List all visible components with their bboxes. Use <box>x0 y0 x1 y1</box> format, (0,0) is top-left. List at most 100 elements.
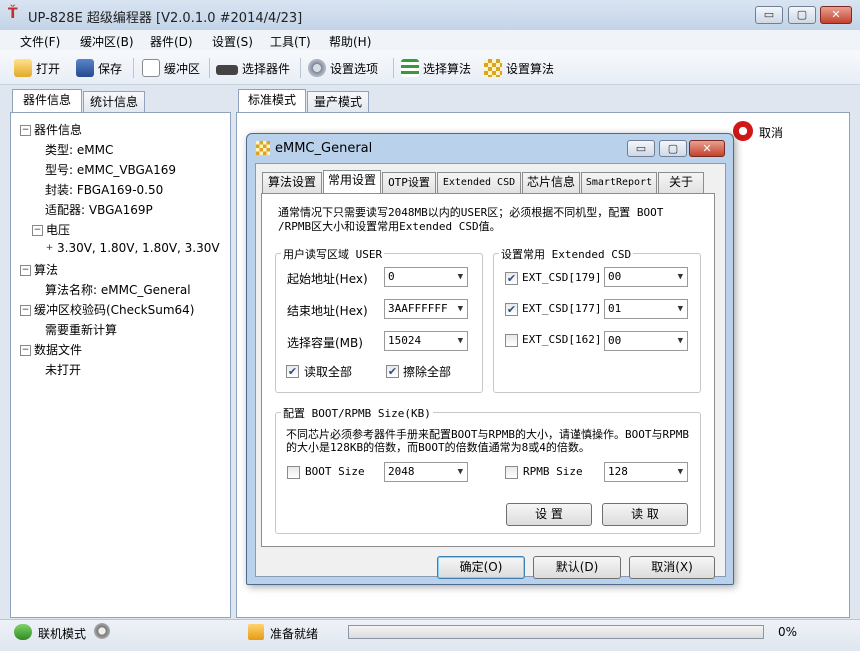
close-icon: ✕ <box>831 8 841 21</box>
collapse-icon[interactable]: − <box>20 345 31 356</box>
open-label: 打开 <box>36 61 61 76</box>
tree-node-voltage[interactable]: − 电压 <box>32 221 70 238</box>
rpmb-size-combo[interactable]: 128 ▼ <box>604 462 688 482</box>
dropdown-arrow-icon: ▼ <box>677 304 683 314</box>
tree-node-algorithm[interactable]: − 算法 <box>20 261 58 278</box>
menu-help[interactable]: 帮助(H) <box>329 33 371 50</box>
status-icon <box>248 624 264 640</box>
tree-item-adapter: 适配器: VBGA169P <box>45 203 153 217</box>
dialog-minimize-button[interactable]: ▭ <box>627 140 655 157</box>
collapse-icon[interactable]: − <box>32 225 43 236</box>
minimize-button[interactable]: ▭ <box>755 6 783 24</box>
dialog-maximize-button[interactable]: ▢ <box>659 140 687 157</box>
buffer-button[interactable]: 缓冲区 <box>142 58 200 78</box>
select-algorithm-label: 选择算法 <box>423 61 472 76</box>
menu-tools[interactable]: 工具(T) <box>270 33 311 50</box>
toolbar-separator <box>300 58 301 78</box>
tab-algorithm-settings[interactable]: 算法设置 <box>262 172 322 193</box>
ext-csd-177-checkbox[interactable]: ✔ <box>505 303 518 316</box>
set-button[interactable]: 设 置 <box>506 503 592 526</box>
erase-all-checkbox[interactable]: ✔ <box>386 365 399 378</box>
tree-node-checksum[interactable]: − 缓冲区校验码(CheckSum64) <box>20 301 194 318</box>
save-button[interactable]: 保存 <box>76 58 122 78</box>
ext-csd-162-label: EXT_CSD[162] <box>522 333 602 346</box>
collapse-icon[interactable]: − <box>20 125 31 136</box>
ext-csd-162-combo[interactable]: 00 ▼ <box>604 331 688 351</box>
chip-icon <box>216 65 238 75</box>
capacity-label: 选择容量(MB) <box>287 336 363 350</box>
collapse-icon[interactable]: − <box>20 265 31 276</box>
rpmb-size-checkbox[interactable] <box>505 466 518 479</box>
settings-label: 设置选项 <box>330 61 379 76</box>
grid-gear-icon <box>484 59 502 77</box>
start-address-label: 起始地址(Hex) <box>287 272 368 286</box>
tab-otp-settings[interactable]: OTP设置 <box>382 172 436 193</box>
rpmb-size-label: RPMB Size <box>523 465 583 478</box>
minimize-icon: ▭ <box>763 8 775 21</box>
settings-button[interactable]: 设置选项 <box>308 58 378 78</box>
expand-icon[interactable]: + <box>45 244 54 253</box>
combo-value: 128 <box>608 465 628 478</box>
ok-button[interactable]: 确定(O) <box>437 556 525 579</box>
boot-size-checkbox[interactable] <box>287 466 300 479</box>
open-button[interactable]: 打开 <box>14 58 60 78</box>
tree-item-model: 型号: eMMC_VBGA169 <box>45 163 176 177</box>
gear-icon <box>308 59 326 77</box>
boot-size-combo[interactable]: 2048 ▼ <box>384 462 468 482</box>
dropdown-arrow-icon: ▼ <box>677 272 683 282</box>
ext-csd-162-checkbox[interactable] <box>505 334 518 347</box>
read-button[interactable]: 读 取 <box>602 503 688 526</box>
close-icon: ✕ <box>702 142 712 155</box>
tab-about[interactable]: 关于 <box>658 172 704 193</box>
capacity-combo[interactable]: 15024 ▼ <box>384 331 468 351</box>
tab-smart-report[interactable]: SmartReport <box>581 172 657 193</box>
tab-chip-info[interactable]: 芯片信息 <box>522 172 580 193</box>
tab-standard-mode[interactable]: 标准模式 <box>238 89 306 113</box>
tree-node-device-info[interactable]: − 器件信息 <box>20 121 82 138</box>
cancel-operation-button[interactable]: 取消 <box>759 124 783 141</box>
combo-value: 2048 <box>388 465 415 478</box>
tree-item-checksum-value: 需要重新计算 <box>45 323 118 337</box>
grid-gear-icon <box>256 141 270 155</box>
read-all-checkbox[interactable]: ✔ <box>286 365 299 378</box>
tree-node-data-file[interactable]: − 数据文件 <box>20 341 82 358</box>
minimize-icon: ▭ <box>635 142 647 155</box>
folder-icon <box>14 59 32 77</box>
select-device-button[interactable]: 选择器件 <box>216 58 290 78</box>
close-button[interactable]: ✕ <box>820 6 852 24</box>
collapse-icon[interactable]: − <box>20 305 31 316</box>
tree-node-voltage-values[interactable]: +3.30V, 1.80V, 1.80V, 3.30V <box>45 241 220 255</box>
end-address-combo[interactable]: 3AAFFFFFF ▼ <box>384 299 468 319</box>
ext-csd-179-checkbox[interactable]: ✔ <box>505 272 518 285</box>
buffer-label: 缓冲区 <box>164 61 201 76</box>
dropdown-arrow-icon: ▼ <box>677 336 683 346</box>
start-address-combo[interactable]: 0 ▼ <box>384 267 468 287</box>
gear-icon[interactable] <box>94 623 110 639</box>
ext-csd-177-label: EXT_CSD[177] <box>522 302 602 315</box>
dropdown-arrow-icon: ▼ <box>677 467 683 477</box>
status-text: 准备就绪 <box>270 627 319 641</box>
dialog-close-button[interactable]: ✕ <box>689 140 725 157</box>
dialog-cancel-button[interactable]: 取消(X) <box>629 556 715 579</box>
dropdown-arrow-icon: ▼ <box>457 304 463 314</box>
tab-production-mode[interactable]: 量产模式 <box>307 91 369 113</box>
tab-device-info[interactable]: 器件信息 <box>12 89 82 113</box>
select-algorithm-button[interactable]: 选择算法 <box>401 58 471 78</box>
menu-settings[interactable]: 设置(S) <box>212 33 253 50</box>
tab-extended-csd[interactable]: Extended CSD <box>437 172 521 193</box>
default-button[interactable]: 默认(D) <box>533 556 621 579</box>
tree-item-algorithm-name: 算法名称: eMMC_General <box>45 283 191 297</box>
maximize-button[interactable]: ▢ <box>788 6 816 24</box>
menu-file[interactable]: 文件(F) <box>20 33 60 50</box>
ext-csd-177-combo[interactable]: 01 ▼ <box>604 299 688 319</box>
app-logo-icon: Ť <box>8 6 18 22</box>
combo-value: 00 <box>608 270 622 283</box>
menu-buffer[interactable]: 缓冲区(B) <box>80 33 134 50</box>
setup-algorithm-button[interactable]: 设置算法 <box>484 58 554 78</box>
ext-csd-179-combo[interactable]: 00 ▼ <box>604 267 688 287</box>
settings-note: 通常情况下只需要读写2048MB以内的USER区；必须根据不同机型，配置 BOO… <box>278 206 664 233</box>
tab-statistics[interactable]: 统计信息 <box>83 91 145 113</box>
menu-device[interactable]: 器件(D) <box>150 33 193 50</box>
tab-common-settings[interactable]: 常用设置 <box>323 170 381 193</box>
combo-value: 01 <box>608 302 622 315</box>
